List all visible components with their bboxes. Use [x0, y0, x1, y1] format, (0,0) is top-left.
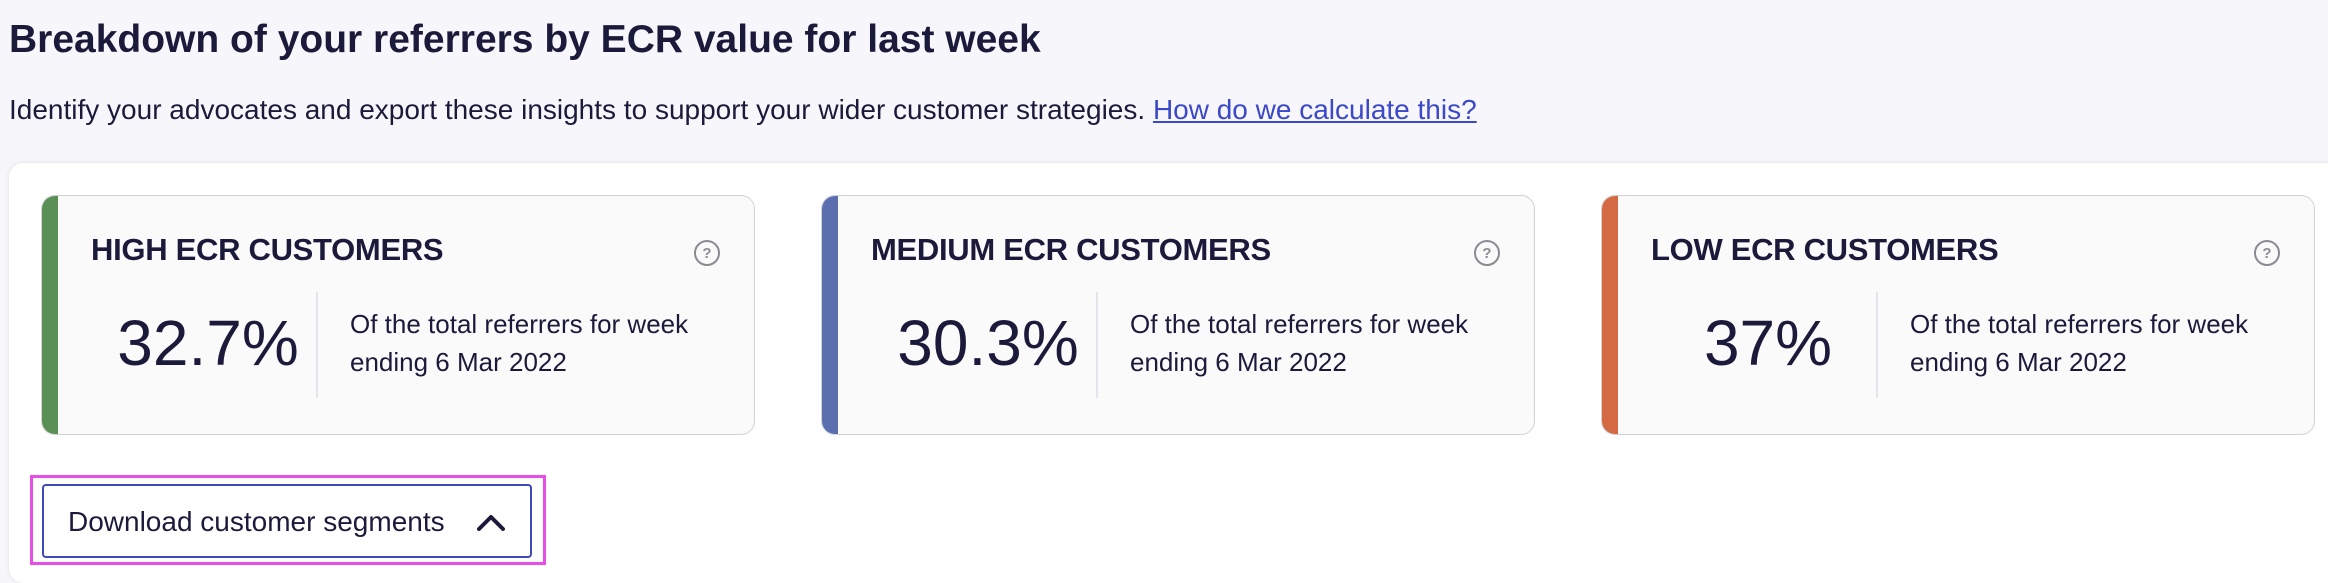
description-line: ending 6 Mar 2022 — [1130, 347, 1347, 377]
question-circle-icon[interactable]: ? — [1474, 240, 1500, 266]
high-ecr-percentage: 32.7% — [117, 307, 299, 379]
high-ecr-title: HIGH ECR CUSTOMERS — [91, 232, 444, 267]
medium-ecr-accent — [822, 196, 838, 434]
description-line: ending 6 Mar 2022 — [350, 347, 567, 377]
page-subtitle: Identify your advocates and export these… — [9, 94, 1477, 126]
low-ecr-card: LOW ECR CUSTOMERS ? 37% Of the total ref… — [1601, 195, 2315, 435]
question-circle-icon[interactable]: ? — [694, 240, 720, 266]
download-customer-segments-button[interactable]: Download customer segments — [42, 484, 532, 558]
low-ecr-accent — [1602, 196, 1618, 434]
high-ecr-accent — [42, 196, 58, 434]
description-line: Of the total referrers for week — [1130, 309, 1469, 339]
high-ecr-card: HIGH ECR CUSTOMERS ? 32.7% Of the total … — [41, 195, 755, 435]
medium-ecr-card: MEDIUM ECR CUSTOMERS ? 30.3% Of the tota… — [821, 195, 1535, 435]
card-divider — [1096, 292, 1098, 398]
subtitle-text: Identify your advocates and export these… — [9, 94, 1146, 125]
medium-ecr-description: Of the total referrers for week ending 6… — [1130, 305, 1510, 381]
low-ecr-title: LOW ECR CUSTOMERS — [1651, 232, 1999, 267]
medium-ecr-percentage: 30.3% — [897, 307, 1079, 379]
medium-ecr-title: MEDIUM ECR CUSTOMERS — [871, 232, 1271, 267]
chevron-up-icon — [476, 510, 506, 539]
how-calculate-link[interactable]: How do we calculate this? — [1153, 94, 1477, 125]
card-divider — [316, 292, 318, 398]
low-ecr-description: Of the total referrers for week ending 6… — [1910, 305, 2290, 381]
high-ecr-description: Of the total referrers for week ending 6… — [350, 305, 730, 381]
page-title: Breakdown of your referrers by ECR value… — [9, 18, 1041, 61]
description-line: Of the total referrers for week — [1910, 309, 2249, 339]
low-ecr-percentage: 37% — [1703, 307, 1833, 379]
description-line: ending 6 Mar 2022 — [1910, 347, 2127, 377]
question-circle-icon[interactable]: ? — [2254, 240, 2280, 266]
description-line: Of the total referrers for week — [350, 309, 689, 339]
download-button-label: Download customer segments — [68, 506, 445, 537]
card-divider — [1876, 292, 1878, 398]
